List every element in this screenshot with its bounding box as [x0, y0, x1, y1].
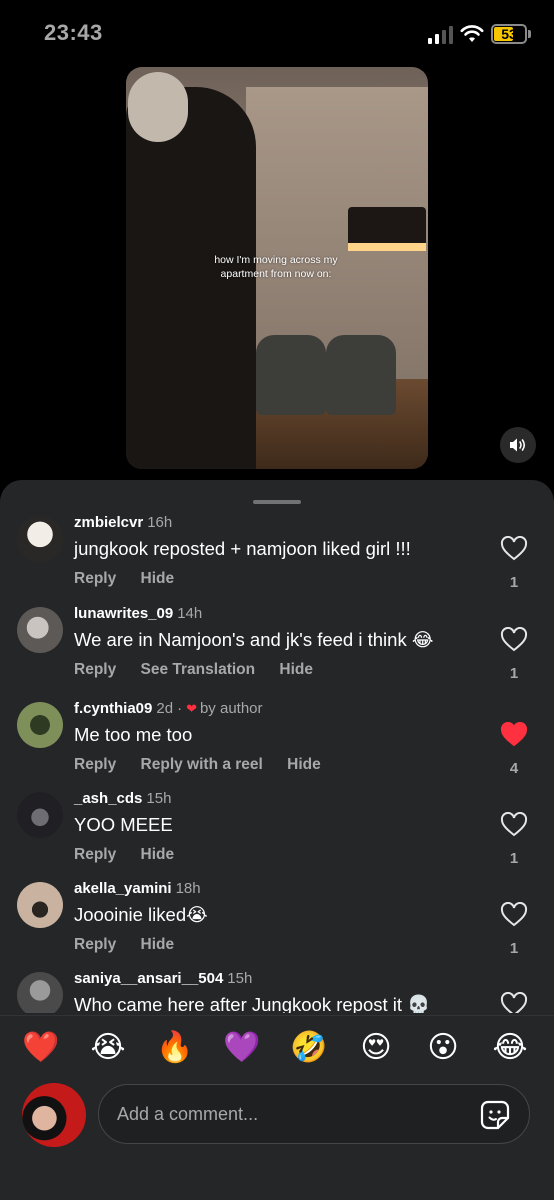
- comment-time: 14h: [177, 605, 203, 622]
- reply-button[interactable]: Reply: [74, 570, 116, 587]
- author-heart-icon: ❤: [186, 701, 197, 716]
- like-count: 1: [509, 665, 519, 682]
- emoji-fire[interactable]: 🔥: [155, 1028, 195, 1068]
- heart-icon[interactable]: [500, 812, 528, 838]
- hide-button[interactable]: Hide: [287, 756, 321, 773]
- hide-button[interactable]: Hide: [141, 570, 175, 587]
- emoji-rofl[interactable]: 🤣: [289, 1028, 329, 1068]
- drag-handle[interactable]: [253, 500, 301, 504]
- comment-username[interactable]: saniya__ansari__504: [74, 970, 223, 987]
- battery-icon: 53: [491, 24, 527, 44]
- comment-item: zmbielcvr 16h jungkook reposted + namjoon…: [0, 510, 554, 600]
- see-translation-button[interactable]: See Translation: [141, 661, 256, 678]
- comment-text: YOO MEEE: [74, 814, 173, 835]
- video-caption: how I'm moving across my apartment from …: [214, 254, 338, 280]
- comment-time: 18h: [175, 880, 201, 897]
- author-badge: by author: [199, 700, 263, 717]
- comment-input[interactable]: Add a comment...: [98, 1084, 530, 1144]
- like-count: 1: [509, 850, 519, 867]
- emoji-heart-eyes[interactable]: 😍: [356, 1028, 396, 1068]
- hide-button[interactable]: Hide: [141, 936, 175, 953]
- reply-button[interactable]: Reply: [74, 661, 116, 678]
- heart-icon[interactable]: [500, 627, 528, 653]
- comment-time: 15h: [227, 970, 253, 987]
- heart-filled-icon[interactable]: [500, 722, 528, 748]
- comment-username[interactable]: f.cynthia09: [74, 700, 152, 717]
- comment-item: _ash_cds 15h YOO MEEE Reply Hide 1: [0, 786, 554, 876]
- comment-item: akella_yamini 18h Joooinie liked😭 Reply H…: [0, 876, 554, 966]
- avatar[interactable]: [17, 792, 63, 838]
- comment-username[interactable]: zmbielcvr: [74, 514, 143, 531]
- clock: 23:43: [44, 20, 103, 45]
- battery-cap: [528, 30, 531, 38]
- reply-button[interactable]: Reply: [74, 756, 116, 773]
- heart-icon[interactable]: [500, 902, 528, 928]
- comment-text: Joooinie liked😭: [74, 904, 208, 925]
- comment-username[interactable]: lunawrites_09: [74, 605, 173, 622]
- reel-video[interactable]: how I'm moving across my apartment from …: [126, 67, 428, 469]
- hide-button[interactable]: Hide: [141, 846, 175, 863]
- comment-time: 16h: [147, 514, 173, 531]
- sticker-icon[interactable]: [479, 1099, 511, 1131]
- comment-list[interactable]: zmbielcvr 16h jungkook reposted + namjoon…: [0, 510, 554, 1013]
- hide-button[interactable]: Hide: [279, 661, 313, 678]
- avatar[interactable]: [17, 516, 63, 562]
- comment-input-placeholder: Add a comment...: [117, 1104, 259, 1124]
- comment-text: Me too me too: [74, 724, 193, 745]
- emoji-reaction-bar: ❤️ 😭 🔥 💜 🤣 😍 😮 😂: [0, 1015, 554, 1077]
- comment-time: 15h: [146, 790, 172, 807]
- comment-item: saniya__ansari__504 15h Who came here aft…: [0, 966, 554, 1013]
- avatar[interactable]: [17, 882, 63, 928]
- like-count: 1: [509, 574, 519, 591]
- comment-item: lunawrites_09 14h We are in Namjoon's and…: [0, 601, 554, 691]
- avatar[interactable]: [17, 607, 63, 653]
- emoji-heart[interactable]: ❤️: [21, 1028, 61, 1068]
- emoji-joy[interactable]: 😂: [490, 1028, 530, 1068]
- my-avatar[interactable]: [22, 1083, 86, 1147]
- mute-button[interactable]: [500, 427, 536, 463]
- status-bar: 23:43 53: [0, 0, 554, 66]
- emoji-purple-heart[interactable]: 💜: [222, 1028, 262, 1068]
- comments-sheet: zmbielcvr 16h jungkook reposted + namjoon…: [0, 480, 554, 1200]
- comment-text: jungkook reposted + namjoon liked girl !…: [74, 538, 411, 559]
- emoji-surprised[interactable]: 😮: [423, 1028, 463, 1068]
- comment-username[interactable]: _ash_cds: [74, 790, 142, 807]
- speaker-icon: [510, 438, 526, 452]
- comment-time: 2d: [156, 700, 174, 717]
- like-count: 4: [509, 760, 519, 777]
- avatar[interactable]: [17, 702, 63, 748]
- comment-text: Who came here after Jungkook repost it 💀: [74, 994, 431, 1013]
- emoji-crying[interactable]: 😭: [88, 1028, 128, 1068]
- wifi-icon: [460, 25, 484, 42]
- signal-icon: [428, 26, 454, 44]
- comment-text: We are in Namjoon's and jk's feed i thin…: [74, 629, 434, 650]
- heart-icon[interactable]: [500, 992, 528, 1013]
- comment-item: f.cynthia09 2d · ❤ by author Me too me too R…: [0, 696, 554, 786]
- avatar[interactable]: [17, 972, 63, 1013]
- reply-with-reel-button[interactable]: Reply with a reel: [141, 756, 263, 773]
- heart-icon[interactable]: [500, 536, 528, 562]
- battery-level: 53: [501, 26, 517, 42]
- comment-username[interactable]: akella_yamini: [74, 880, 172, 897]
- reply-button[interactable]: Reply: [74, 846, 116, 863]
- like-count: 1: [509, 940, 519, 957]
- reply-button[interactable]: Reply: [74, 936, 116, 953]
